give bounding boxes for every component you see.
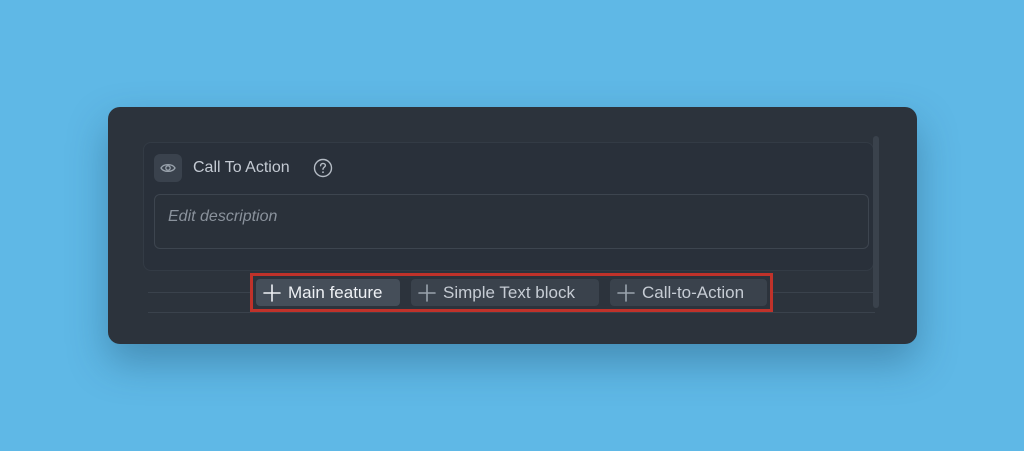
- add-simple-text-block-button[interactable]: Simple Text block: [411, 279, 599, 306]
- add-call-to-action-button[interactable]: Call-to-Action: [610, 279, 767, 306]
- description-field[interactable]: Edit description: [154, 194, 869, 249]
- add-button-label: Main feature: [288, 283, 383, 302]
- block-title: Call To Action: [193, 159, 290, 176]
- add-button-label: Simple Text block: [443, 283, 575, 302]
- add-main-feature-button[interactable]: Main feature: [256, 279, 400, 306]
- eye-icon: [160, 163, 176, 173]
- visibility-toggle-button[interactable]: [154, 154, 182, 182]
- divider: [148, 312, 875, 313]
- add-button-label: Call-to-Action: [642, 283, 745, 302]
- scrollbar[interactable]: [873, 136, 879, 308]
- plus-icon: [418, 283, 436, 302]
- plus-icon: [263, 283, 281, 302]
- plus-icon: [617, 283, 635, 302]
- question-circle-icon[interactable]: [313, 158, 333, 178]
